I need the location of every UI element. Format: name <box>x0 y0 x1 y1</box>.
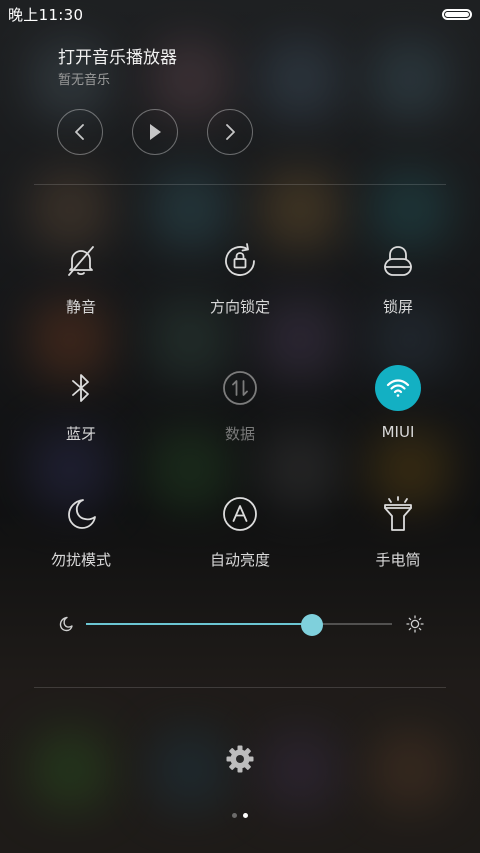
bell-off-icon <box>58 238 104 284</box>
moon-small-icon <box>59 616 73 632</box>
music-player-title[interactable]: 打开音乐播放器 <box>58 43 177 68</box>
toggle-do-not-disturb[interactable]: 勿扰模式 <box>1 491 161 581</box>
rotation-lock-icon <box>217 238 263 284</box>
toggle-mute[interactable]: 静音 <box>1 238 161 328</box>
toggle-data[interactable]: 数据 <box>160 365 320 455</box>
brightness-track[interactable] <box>86 623 392 625</box>
music-now-playing: 暂无音乐 <box>58 73 111 88</box>
toggle-label: 方向锁定 <box>209 298 270 316</box>
control-center: 晚上11:30 打开音乐播放器 暂无音乐 静音 方向锁定 锁屏 蓝牙 数据 MI… <box>0 0 480 853</box>
toggle-label: 静音 <box>65 298 96 316</box>
status-time: 晚上11:30 <box>8 5 84 24</box>
sun-icon <box>406 615 424 633</box>
chevron-right-icon <box>226 124 235 140</box>
toggle-label: 自动亮度 <box>209 551 270 569</box>
bluetooth-icon <box>58 365 104 411</box>
lock-icon <box>375 238 421 284</box>
divider <box>34 687 446 688</box>
toggle-auto-brightness[interactable]: 自动亮度 <box>160 491 320 581</box>
previous-track-button[interactable] <box>57 109 103 155</box>
settings-button[interactable] <box>222 741 258 777</box>
brightness-slider[interactable] <box>56 610 424 638</box>
brightness-fill <box>86 623 313 625</box>
toggle-lock-screen[interactable]: 锁屏 <box>318 238 478 328</box>
toggle-label: 数据 <box>224 425 255 443</box>
play-icon <box>150 124 161 140</box>
moon-icon <box>58 491 104 537</box>
brightness-thumb[interactable] <box>301 614 324 636</box>
toggle-wifi[interactable]: MIUI <box>318 365 478 455</box>
toggle-label: MIUI <box>381 423 415 441</box>
divider <box>34 184 446 185</box>
auto-brightness-icon <box>217 491 263 537</box>
chevron-left-icon <box>75 124 84 140</box>
battery-icon <box>442 8 472 20</box>
wifi-icon <box>375 365 421 411</box>
data-arrows-icon <box>217 365 263 411</box>
toggle-label: 蓝牙 <box>65 425 96 443</box>
play-button[interactable] <box>132 109 178 155</box>
toggle-bluetooth[interactable]: 蓝牙 <box>1 365 161 455</box>
page-indicator <box>0 813 480 818</box>
page-dot-active[interactable] <box>243 813 248 818</box>
toggle-flashlight[interactable]: 手电筒 <box>318 491 478 581</box>
toggle-rotation-lock[interactable]: 方向锁定 <box>160 238 320 328</box>
page-dot[interactable] <box>232 813 237 818</box>
toggle-label: 锁屏 <box>382 298 413 316</box>
flashlight-icon <box>375 491 421 537</box>
status-bar: 晚上11:30 <box>0 0 480 28</box>
next-track-button[interactable] <box>207 109 253 155</box>
toggle-label: 勿扰模式 <box>50 551 111 569</box>
toggle-label: 手电筒 <box>375 551 421 569</box>
gear-icon <box>226 745 254 773</box>
